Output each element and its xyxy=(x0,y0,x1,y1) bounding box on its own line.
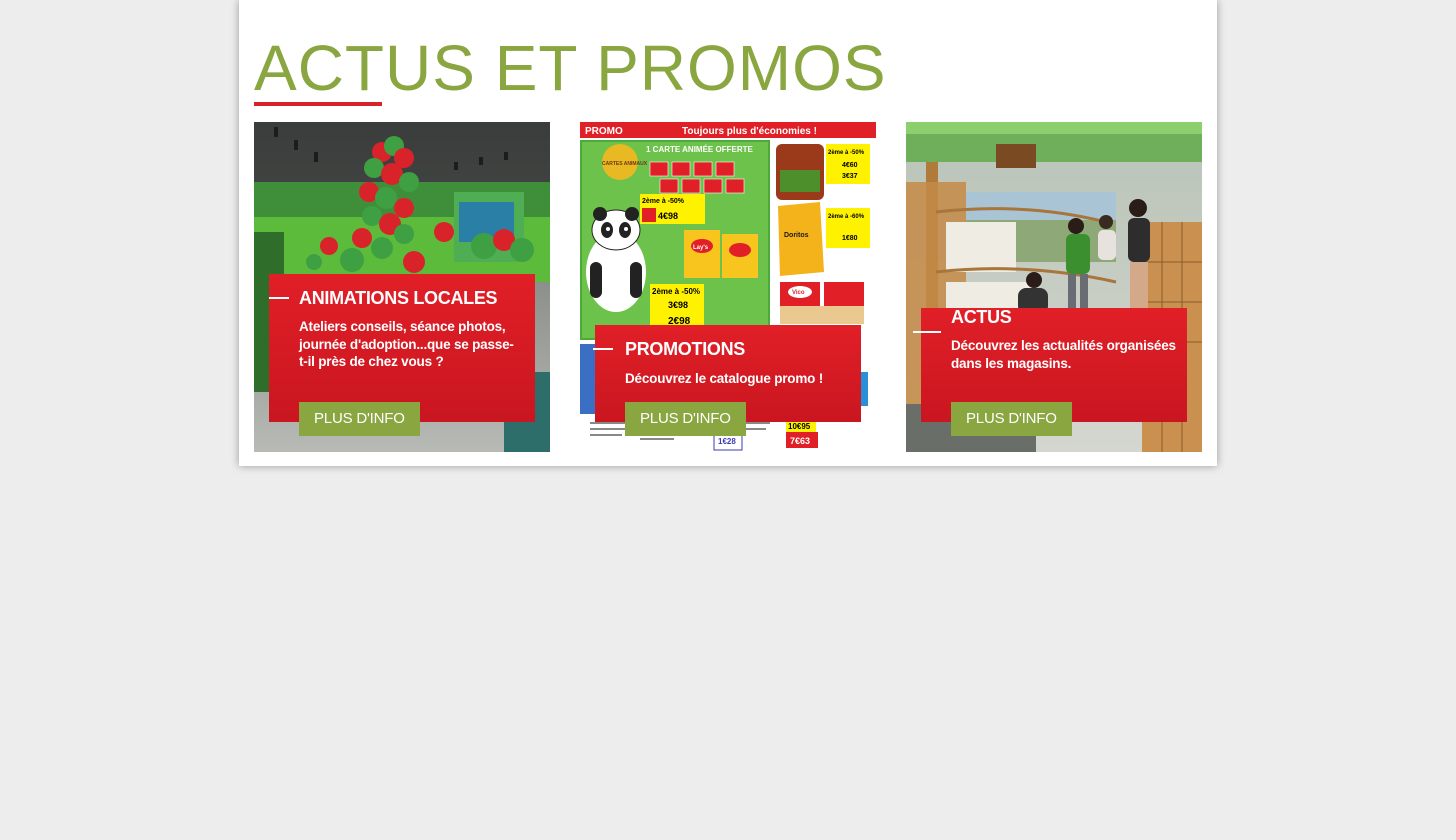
flyer-price-3: 3€98 xyxy=(668,300,688,310)
flyer-price-9: 1€28 xyxy=(718,437,736,446)
flyer-deal-3: 2ème à -50% xyxy=(828,150,865,156)
plus-info-button[interactable]: PLUS D'INFO xyxy=(951,402,1072,436)
plus-info-button[interactable]: PLUS D'INFO xyxy=(299,402,420,436)
flyer-price-1: 4€98 xyxy=(658,211,678,221)
card-title: PROMOTIONS xyxy=(625,339,746,359)
section-title: ACTUS ET PROMOS xyxy=(254,32,887,104)
title-dash xyxy=(913,331,941,333)
flyer-deal-1: 2ème à -50% xyxy=(642,198,685,205)
flyer-banner-left: PROMO xyxy=(585,126,623,137)
flyer-collection: CARTES ANIMAUX xyxy=(602,161,648,167)
title-underline xyxy=(254,102,382,106)
flyer-price-6: 1€80 xyxy=(842,235,858,242)
title-dash xyxy=(593,348,613,350)
flyer-price-5: 4€60 xyxy=(842,162,858,169)
card-title: ACTUS xyxy=(951,307,1012,327)
flyer-brand-2: Doritos xyxy=(784,232,809,239)
flyer-price-8: 7€63 xyxy=(790,436,810,446)
card-animations-locales[interactable]: ANIMATIONS LOCALES Ateliers conseils, sé… xyxy=(254,122,550,452)
actus-promos-panel: ACTUS ET PROMOS ANIMATIONS LOCALES Ateli… xyxy=(239,0,1217,466)
card-overlay: ANIMATIONS LOCALES Ateliers conseils, sé… xyxy=(269,274,535,422)
card-description: Découvrez les actualités organisées dans… xyxy=(951,338,1176,371)
card-description: Ateliers conseils, séance photos, journé… xyxy=(299,319,514,369)
card-actus[interactable]: ACTUS Découvrez les actualités organisée… xyxy=(906,122,1202,452)
flyer-deal-4: 2ème à -60% xyxy=(828,214,865,220)
card-title: ANIMATIONS LOCALES xyxy=(299,288,498,308)
flyer-price-7: 10€95 xyxy=(788,422,811,431)
flyer-brand-1: Lay's xyxy=(693,245,709,251)
plus-info-button[interactable]: PLUS D'INFO xyxy=(625,402,746,436)
flyer-brand-3: Vico xyxy=(792,290,805,296)
flyer-deal-2: 2ème à -50% xyxy=(652,287,700,296)
card-description: Découvrez le catalogue promo ! xyxy=(625,371,824,386)
flyer-banner-right: Toujours plus d'économies ! xyxy=(682,126,817,137)
title-dash xyxy=(269,297,289,299)
flyer-price-2: 3€37 xyxy=(842,173,858,180)
card-promotions[interactable]: PROMO Toujours plus d'économies ! 1 CART… xyxy=(580,122,876,452)
flyer-offer: 1 CARTE ANIMÉE OFFERTE xyxy=(646,145,753,154)
